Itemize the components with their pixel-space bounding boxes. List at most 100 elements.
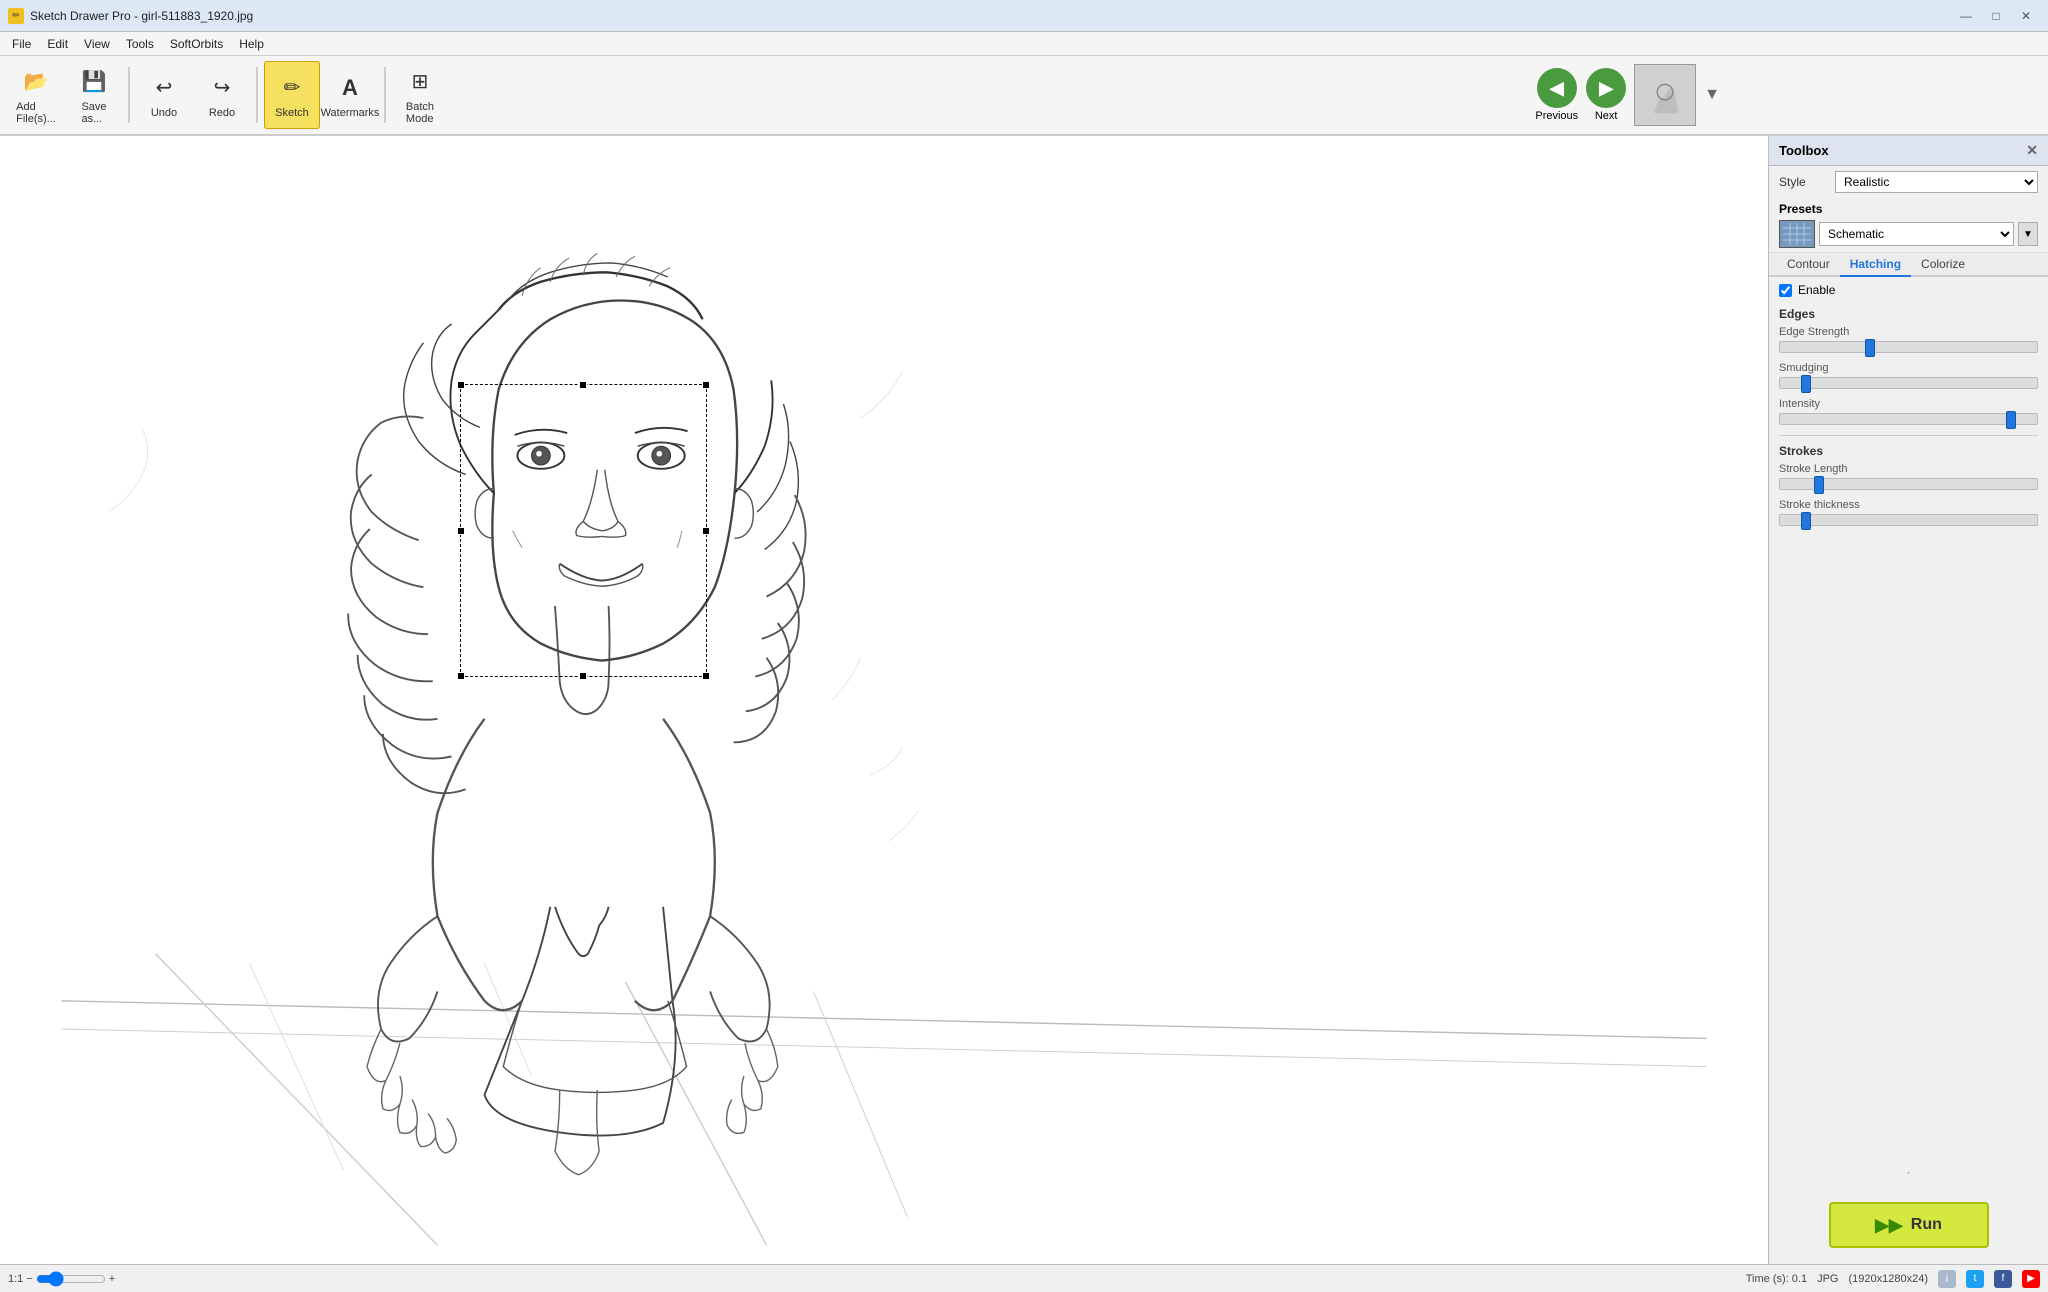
intensity-thumb[interactable] [2006,411,2016,429]
run-label: Run [1911,1216,1942,1234]
presets-dropdown-arrow[interactable]: ▼ [2018,222,2038,246]
toolbox-spacer [1769,532,2048,1160]
stroke-thickness-thumb[interactable] [1801,512,1811,530]
redo-button[interactable]: ↪ Redo [194,61,250,129]
tab-contour[interactable]: Contour [1777,253,1840,277]
stroke-length-thumb[interactable] [1814,476,1824,494]
stroke-thickness-track[interactable] [1779,514,2038,526]
close-button[interactable]: ✕ [2012,5,2040,27]
add-files-label: AddFile(s)... [16,101,56,125]
sketch-button[interactable]: ✏ Sketch [264,61,320,129]
edge-strength-label: Edge Strength [1779,326,2038,338]
style-select[interactable]: Realistic Artistic Cartoon Simple [1835,171,2038,193]
previous-nav-circle[interactable]: ◀ [1537,68,1577,108]
batch-mode-label: BatchMode [406,101,434,125]
redo-label: Redo [209,107,235,119]
enable-checkbox[interactable] [1779,284,1792,297]
menubar: File Edit View Tools SoftOrbits Help [0,32,2048,56]
menu-tools[interactable]: Tools [118,33,162,55]
zoom-minus[interactable]: − [26,1273,32,1285]
menu-help[interactable]: Help [231,33,272,55]
presets-label: Presets [1779,202,2038,216]
menu-edit[interactable]: Edit [39,33,76,55]
batch-mode-icon: ⊞ [404,66,436,98]
previous-label: Previous [1535,110,1578,122]
strokes-section: Strokes Stroke Length Stroke thickness [1769,440,2048,532]
app-icon: ✏ [8,8,24,24]
menu-softorbits[interactable]: SoftOrbits [162,33,231,55]
toolbar-separator-2 [256,67,258,123]
zoom-plus[interactable]: + [109,1273,115,1285]
edges-section: Edges Edge Strength Smudging Intensity [1769,303,2048,431]
sketch-drawing [0,136,1768,1264]
stroke-length-label: Stroke Length [1779,463,2038,475]
style-label: Style [1779,175,1829,189]
sketch-label: Sketch [275,107,309,119]
add-files-icon: 📂 [20,66,52,98]
watermarks-icon: A [334,72,366,104]
main-area: Toolbox ✕ Style Realistic Artistic Carto… [0,136,2048,1264]
presets-select-row: Schematic Classic Modern Pencil ▼ [1779,220,2038,248]
presets-select[interactable]: Schematic Classic Modern Pencil [1819,222,2014,246]
edge-strength-row: Edge Strength [1769,323,2048,359]
tab-hatching[interactable]: Hatching [1840,253,1911,277]
run-button[interactable]: ▶▶ Run [1829,1202,1989,1248]
save-as-button[interactable]: 💾 Saveas... [66,61,122,129]
intensity-row: Intensity [1769,395,2048,431]
add-files-button[interactable]: 📂 AddFile(s)... [8,61,64,129]
toolbox-divider-1 [1779,435,2038,436]
toolbox-close-button[interactable]: ✕ [2026,142,2038,159]
stroke-thickness-label: Stroke thickness [1779,499,2038,511]
stroke-length-row: Stroke Length [1769,460,2048,496]
titlebar-left: ✏ Sketch Drawer Pro - girl-511883_1920.j… [8,8,253,24]
toolbox-title: Toolbox [1779,143,1829,158]
menu-file[interactable]: File [4,33,39,55]
smudging-thumb[interactable] [1801,375,1811,393]
youtube-icon[interactable]: ▶ [2022,1270,2040,1288]
enable-row: Enable [1769,277,2048,303]
tab-colorize[interactable]: Colorize [1911,253,1975,277]
twitter-icon[interactable]: t [1966,1270,1984,1288]
intensity-track[interactable] [1779,413,2038,425]
save-as-label: Saveas... [81,101,106,125]
edge-strength-track[interactable] [1779,341,2038,353]
info-icon[interactable]: i [1938,1270,1956,1288]
minimize-button[interactable]: — [1952,5,1980,27]
enable-label[interactable]: Enable [1798,283,1835,297]
dimensions-label: (1920x1280x24) [1848,1273,1928,1285]
edge-strength-thumb[interactable] [1865,339,1875,357]
smudging-label: Smudging [1779,362,2038,374]
undo-button[interactable]: ↩ Undo [136,61,192,129]
maximize-button[interactable]: □ [1982,5,2010,27]
zoom-label: 1:1 [8,1273,23,1285]
toolbox-header: Toolbox ✕ [1769,136,2048,166]
edges-section-header: Edges [1769,303,2048,323]
watermarks-button[interactable]: A Watermarks [322,61,378,129]
time-label: Time (s): 0.1 [1746,1273,1807,1285]
toolbar-separator-1 [128,67,130,123]
undo-label: Undo [151,107,177,119]
menu-view[interactable]: View [76,33,118,55]
presets-section: Presets Schematic Clas [1769,198,2048,253]
thumbnail-image [1635,64,1695,126]
toolbox-panel: Toolbox ✕ Style Realistic Artistic Carto… [1768,136,2048,1264]
titlebar-controls: — □ ✕ [1952,5,2040,27]
redo-icon: ↪ [206,72,238,104]
toolbar-separator-3 [384,67,386,123]
tabs-row: Contour Hatching Colorize [1769,253,2048,277]
expand-preview-button[interactable]: ▼ [1704,86,1720,104]
style-row: Style Realistic Artistic Cartoon Simple [1769,166,2048,198]
status-left: 1:1 − + [8,1271,115,1287]
zoom-slider[interactable] [36,1271,106,1287]
facebook-icon[interactable]: f [1994,1270,2012,1288]
statusbar: 1:1 − + Time (s): 0.1 JPG (1920x1280x24)… [0,1264,2048,1292]
intensity-label: Intensity [1779,398,2038,410]
sketch-icon: ✏ [276,72,308,104]
strokes-section-header: Strokes [1769,440,2048,460]
canvas-area[interactable] [0,136,1768,1264]
stroke-length-track[interactable] [1779,478,2038,490]
titlebar: ✏ Sketch Drawer Pro - girl-511883_1920.j… [0,0,2048,32]
next-nav-circle[interactable]: ▶ [1586,68,1626,108]
batch-mode-button[interactable]: ⊞ BatchMode [392,61,448,129]
smudging-track[interactable] [1779,377,2038,389]
